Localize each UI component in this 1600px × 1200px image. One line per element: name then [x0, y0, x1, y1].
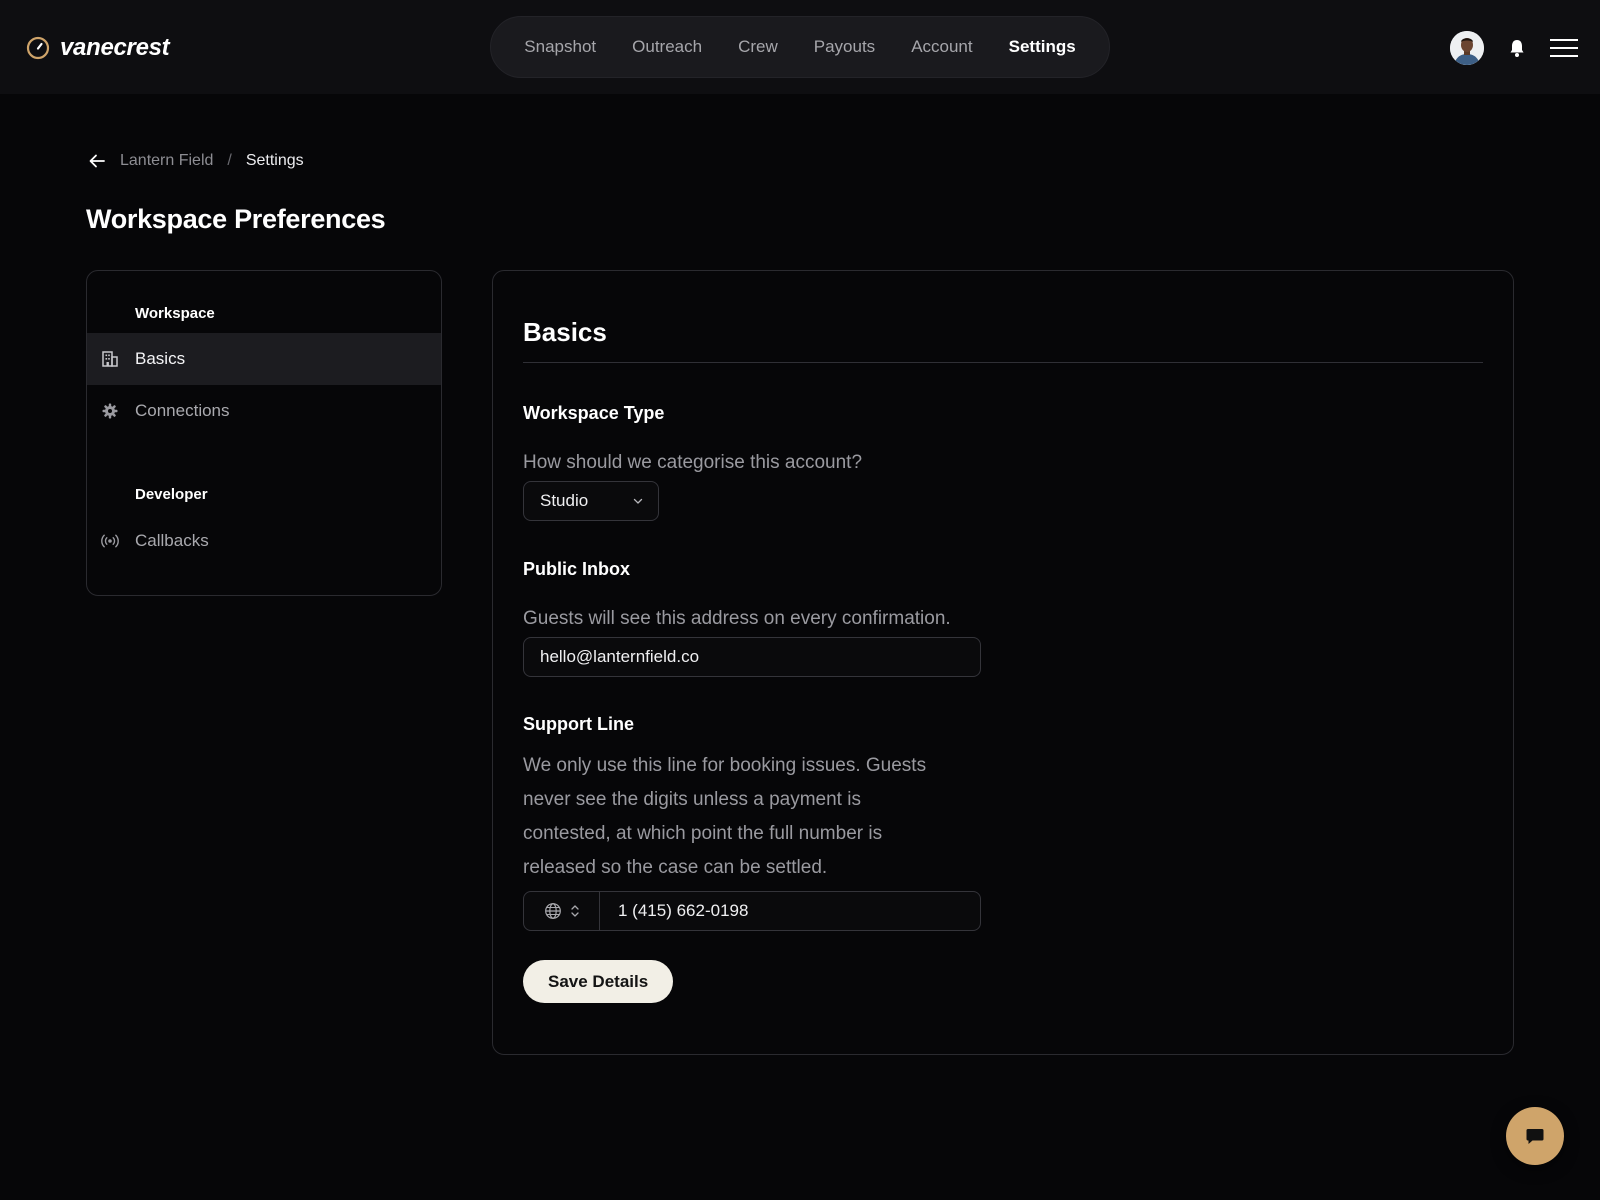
chevron-down-icon: [633, 498, 643, 504]
building-icon: [102, 351, 118, 367]
settings-sidebar: Workspace Basics Connections Developer C…: [86, 270, 442, 596]
support-line-help-line: contested, at which point the full numbe…: [523, 823, 883, 844]
breadcrumb-parent[interactable]: Lantern Field: [120, 152, 213, 170]
nav-crew[interactable]: Crew: [738, 37, 778, 57]
public-inbox-label: Public Inbox: [523, 559, 631, 579]
sidebar-item-label: Connections: [135, 401, 230, 420]
save-details-button[interactable]: Save Details: [523, 960, 674, 1003]
support-line-label: Support Line: [523, 714, 634, 734]
public-inbox-help: Guests will see this address on every co…: [523, 608, 951, 629]
nav-settings[interactable]: Settings: [1009, 37, 1076, 57]
support-line-field: [523, 891, 981, 931]
sidebar-item-connections[interactable]: Connections: [87, 385, 441, 437]
sidebar-group-workspace: Workspace: [135, 305, 215, 322]
chat-launcher-button[interactable]: [1506, 1107, 1564, 1165]
support-line-help-line: We only use this line for booking issues…: [523, 755, 927, 776]
sidebar-item-basics[interactable]: Basics: [87, 333, 441, 385]
user-avatar[interactable]: [1450, 31, 1484, 65]
support-line-help: We only use this line for booking issues…: [523, 749, 983, 885]
top-bar: vanecrest Snapshot Outreach Crew Payouts…: [0, 0, 1600, 94]
hamburger-menu-icon[interactable]: [1550, 38, 1578, 58]
bell-icon[interactable]: [1508, 38, 1526, 58]
gear-icon: [102, 403, 118, 419]
gauge-icon: [26, 36, 50, 60]
section-title: Basics: [523, 317, 607, 347]
workspace-type-select[interactable]: Studio: [523, 481, 659, 521]
brand-logo[interactable]: vanecrest: [26, 34, 170, 62]
header-actions: [1450, 30, 1578, 66]
sidebar-item-label: Basics: [135, 349, 186, 368]
country-code-picker[interactable]: [524, 892, 600, 930]
sidebar-group-developer: Developer: [135, 486, 208, 503]
broadcast-icon: [101, 534, 119, 548]
workspace-type-label: Workspace Type: [523, 403, 665, 423]
sidebar-item-label: Callbacks: [135, 531, 209, 550]
brand-name: vanecrest: [60, 34, 170, 61]
page-title: Workspace Preferences: [86, 204, 386, 234]
globe-icon: [544, 903, 561, 919]
basics-card: Basics Workspace Type How should we cate…: [492, 270, 1514, 1055]
arrow-left-icon[interactable]: [88, 152, 106, 170]
main-nav: Snapshot Outreach Crew Payouts Account S…: [490, 16, 1110, 78]
section-divider: [523, 362, 1483, 363]
chat-bubble-icon: [1526, 1129, 1544, 1144]
workspace-type-value: Studio: [540, 491, 589, 510]
nav-snapshot[interactable]: Snapshot: [524, 37, 596, 57]
workspace-type-help: How should we categorise this account?: [523, 452, 863, 473]
public-inbox-input[interactable]: [523, 637, 981, 677]
nav-outreach[interactable]: Outreach: [632, 37, 702, 57]
nav-payouts[interactable]: Payouts: [814, 37, 875, 57]
support-line-help-line: never see the digits unless a payment is: [523, 789, 861, 810]
chevron-updown-icon: [570, 905, 579, 917]
breadcrumb-separator: /: [227, 152, 232, 169]
breadcrumb-current: Settings: [245, 152, 304, 169]
breadcrumb: Lantern Field / Settings: [88, 150, 304, 172]
nav-account[interactable]: Account: [911, 37, 972, 57]
support-line-input[interactable]: [600, 892, 980, 930]
support-line-help-line: released so the case can be settled.: [523, 857, 828, 878]
sidebar-item-callbacks[interactable]: Callbacks: [87, 515, 441, 567]
